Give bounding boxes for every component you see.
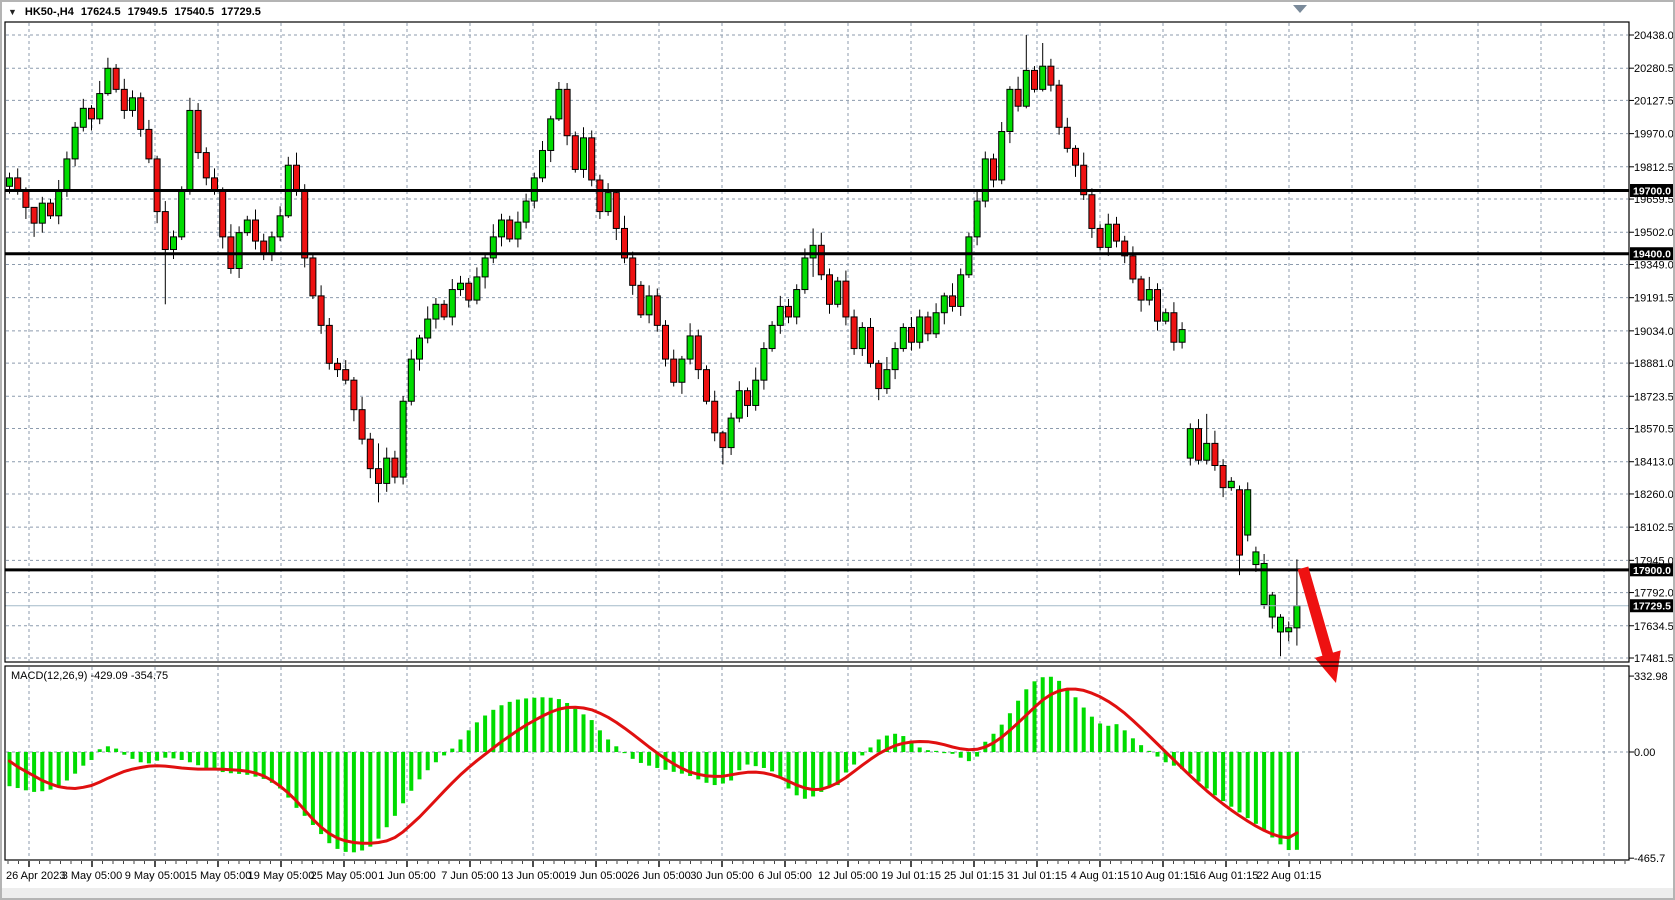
time-axis-label: 25 Jul 01:15: [944, 870, 1004, 882]
svg-text:20280.5: 20280.5: [1634, 63, 1674, 75]
price-axis: 20438.020280.520127.519970.019812.519659…: [1629, 30, 1674, 865]
svg-text:18260.0: 18260.0: [1634, 489, 1674, 501]
svg-text:332.98: 332.98: [1634, 671, 1668, 683]
svg-text:19502.0: 19502.0: [1634, 227, 1674, 239]
time-axis-label: 31 Jul 01:15: [1007, 870, 1067, 882]
time-axis-label: 22 Aug 01:15: [1257, 870, 1322, 882]
time-axis-label: 9 May 05:00: [125, 870, 186, 882]
candles: [7, 35, 1300, 656]
quote-close: 17729.5: [221, 6, 261, 18]
time-axis-label: 19 Jun 05:00: [564, 870, 628, 882]
svg-text:19970.0: 19970.0: [1634, 129, 1674, 141]
svg-text:19349.0: 19349.0: [1634, 259, 1674, 271]
time-axis-label: 12 Jul 05:00: [818, 870, 878, 882]
svg-text:18881.0: 18881.0: [1634, 358, 1674, 370]
time-axis-label: 30 Jun 05:00: [690, 870, 754, 882]
bar-position-marker: [1293, 5, 1307, 13]
svg-text:-465.7: -465.7: [1634, 853, 1665, 865]
svg-text:17634.5: 17634.5: [1634, 621, 1674, 633]
svg-text:19400.0: 19400.0: [1633, 249, 1671, 261]
quote-open: 17624.5: [81, 6, 121, 18]
svg-text:20438.0: 20438.0: [1634, 30, 1674, 42]
macd-indicator-label: MACD(12,26,9) -429.09 -354.75: [11, 670, 168, 682]
chart-window: ▼ HK50-,H4 17624.5 17949.5 17540.5 17729…: [0, 0, 1675, 900]
time-axis: 26 Apr 20233 May 05:009 May 05:0015 May …: [2, 861, 1675, 900]
grid: [6, 23, 1628, 859]
symbol-dropdown-icon[interactable]: ▼: [8, 7, 17, 17]
horizontal-lines: [5, 191, 1629, 606]
panel-borders: [5, 22, 1629, 860]
time-axis-label: 4 Aug 01:15: [1071, 870, 1130, 882]
time-axis-label: 10 Aug 01:15: [1131, 870, 1196, 882]
time-axis-label: 7 Jun 05:00: [441, 870, 499, 882]
time-axis-label: 19 May 05:00: [248, 870, 315, 882]
svg-text:17900.0: 17900.0: [1633, 565, 1671, 577]
macd-signal-line: [10, 689, 1297, 843]
svg-text:19034.0: 19034.0: [1634, 326, 1674, 338]
svg-text:18102.5: 18102.5: [1634, 522, 1674, 534]
svg-text:20127.5: 20127.5: [1634, 95, 1674, 107]
symbol-label: HK50-,H4: [25, 6, 74, 18]
svg-text:17481.5: 17481.5: [1634, 653, 1674, 665]
time-axis-label: 15 May 05:00: [185, 870, 252, 882]
svg-text:19812.5: 19812.5: [1634, 162, 1674, 174]
time-axis-label: 26 Jun 05:00: [627, 870, 691, 882]
time-axis-label: 16 Aug 01:15: [1194, 870, 1259, 882]
quote-high: 17949.5: [128, 6, 168, 18]
macd-label: MACD(12,26,9) -429.09 -354.75: [11, 670, 168, 682]
svg-text:18723.5: 18723.5: [1634, 391, 1674, 403]
quote-low: 17540.5: [174, 6, 214, 18]
svg-text:18413.0: 18413.0: [1634, 457, 1674, 469]
chart-canvas[interactable]: 20438.020280.520127.519970.019812.519659…: [2, 2, 1675, 900]
svg-text:17792.0: 17792.0: [1634, 588, 1674, 600]
time-axis-label: 6 Jul 05:00: [758, 870, 812, 882]
time-axis-label: 1 Jun 05:00: [378, 870, 436, 882]
time-axis-label: 26 Apr 2023: [6, 870, 65, 882]
svg-text:17729.5: 17729.5: [1633, 601, 1671, 613]
time-axis-label: 3 May 05:00: [62, 870, 123, 882]
svg-text:18570.5: 18570.5: [1634, 424, 1674, 436]
svg-text:0.00: 0.00: [1634, 747, 1655, 759]
time-axis-label: 13 Jun 05:00: [501, 870, 565, 882]
time-axis-label: 19 Jul 01:15: [881, 870, 941, 882]
macd-histogram: [8, 677, 1299, 853]
scroll-marker-icon[interactable]: [1293, 5, 1307, 13]
quote-bar: ▼ HK50-,H4 17624.5 17949.5 17540.5 17729…: [8, 4, 261, 20]
svg-text:19700.0: 19700.0: [1633, 186, 1671, 198]
time-axis-label: 25 May 05:00: [311, 870, 378, 882]
svg-text:19191.5: 19191.5: [1634, 293, 1674, 305]
